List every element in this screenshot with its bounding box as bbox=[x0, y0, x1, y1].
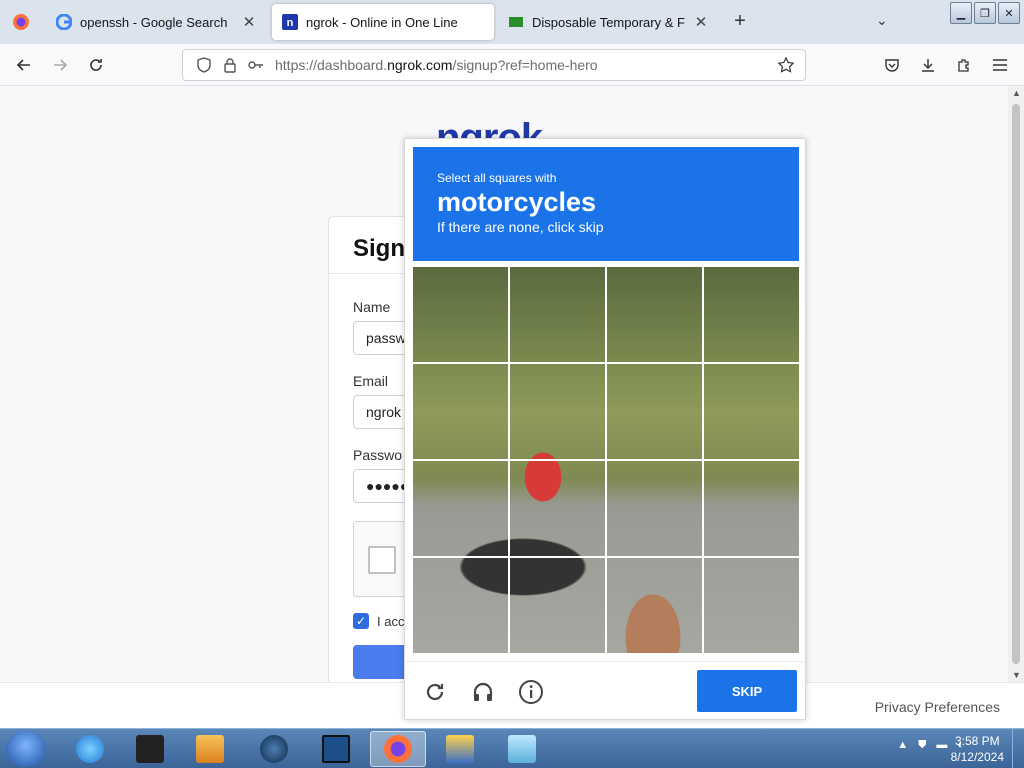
scrollbar-thumb[interactable] bbox=[1012, 104, 1020, 664]
page-scrollbar[interactable]: ▲ ▼ bbox=[1008, 86, 1024, 682]
email-label: Email bbox=[353, 373, 389, 389]
terms-label: I acc bbox=[377, 614, 405, 629]
terminal-app-icon[interactable] bbox=[122, 731, 178, 767]
captcha-tile[interactable] bbox=[412, 557, 509, 654]
captcha-tile[interactable] bbox=[412, 266, 509, 363]
captcha-tile[interactable] bbox=[703, 363, 800, 460]
captcha-tile[interactable] bbox=[606, 460, 703, 557]
display-icon[interactable]: ▬ bbox=[936, 739, 947, 752]
captcha-image-grid bbox=[412, 266, 800, 654]
captcha-tile[interactable] bbox=[412, 363, 509, 460]
captcha-tile[interactable] bbox=[606, 557, 703, 654]
list-all-tabs-icon[interactable]: ⌄ bbox=[876, 12, 888, 29]
captcha-tile[interactable] bbox=[703, 557, 800, 654]
firefox-taskbar-icon[interactable] bbox=[370, 731, 426, 767]
info-icon[interactable] bbox=[517, 678, 545, 706]
clock-time: 3:58 PM bbox=[954, 734, 1000, 748]
firefox-menu-icon[interactable] bbox=[0, 0, 42, 44]
skip-button[interactable]: SKIP bbox=[697, 670, 797, 712]
ngrok-n-icon: n bbox=[282, 14, 298, 30]
captcha-instruction: Select all squares with bbox=[437, 171, 557, 185]
close-window-icon[interactable]: ✕ bbox=[998, 2, 1020, 24]
restore-window-icon[interactable]: ❐ bbox=[974, 2, 996, 24]
explorer-app-icon[interactable] bbox=[494, 731, 550, 767]
forward-icon[interactable] bbox=[48, 53, 72, 77]
captcha-tile[interactable] bbox=[509, 266, 606, 363]
captcha-footer: SKIP bbox=[405, 661, 805, 721]
lock-icon[interactable] bbox=[217, 57, 243, 73]
permissions-key-icon[interactable] bbox=[243, 59, 269, 71]
extensions-icon[interactable] bbox=[952, 53, 976, 77]
refresh-challenge-icon[interactable] bbox=[421, 678, 449, 706]
close-tab-icon[interactable]: ✕ bbox=[692, 13, 710, 31]
navigation-toolbar: https://dashboard.ngrok.com/signup?ref=h… bbox=[0, 44, 1024, 86]
captcha-hint: If there are none, click skip bbox=[437, 219, 604, 235]
bookmark-star-icon[interactable] bbox=[773, 57, 799, 73]
captcha-prompt: Select all squares with motorcycles If t… bbox=[413, 147, 799, 261]
captcha-tile[interactable] bbox=[606, 363, 703, 460]
captcha-tile[interactable] bbox=[509, 460, 606, 557]
windows-taskbar: ▲ ⛊ ▬ ◐ 3:58 PM 8/12/2024 bbox=[0, 728, 1024, 768]
tab-google-search[interactable]: openssh - Google Search ✕ bbox=[46, 4, 268, 40]
clock-date: 8/12/2024 bbox=[950, 750, 1004, 764]
tab-title: ngrok - Online in One Line bbox=[306, 14, 458, 30]
google-g-icon bbox=[56, 14, 72, 30]
tab-strip: openssh - Google Search ✕ n ngrok - Onli… bbox=[0, 0, 1024, 44]
network-app-icon[interactable] bbox=[432, 731, 488, 767]
mail-icon bbox=[508, 14, 524, 30]
captcha-tile[interactable] bbox=[509, 557, 606, 654]
address-bar[interactable]: https://dashboard.ngrok.com/signup?ref=h… bbox=[182, 49, 806, 81]
password-label: Passwo bbox=[353, 447, 403, 463]
downloads-icon[interactable] bbox=[916, 53, 940, 77]
reload-icon[interactable] bbox=[84, 53, 108, 77]
captcha-tile[interactable] bbox=[509, 363, 606, 460]
minimize-window-icon[interactable]: ▁ bbox=[950, 2, 972, 24]
signup-title: Sign bbox=[353, 235, 405, 262]
tracking-shield-icon[interactable] bbox=[191, 57, 217, 73]
terms-checkbox[interactable]: ✓ bbox=[353, 613, 369, 629]
media-player-icon[interactable] bbox=[182, 731, 238, 767]
tab-ngrok[interactable]: n ngrok - Online in One Line bbox=[272, 4, 494, 40]
back-icon[interactable] bbox=[12, 53, 36, 77]
screen-app-icon[interactable] bbox=[308, 731, 364, 767]
captcha-checkbox[interactable] bbox=[368, 546, 396, 574]
svg-text:n: n bbox=[287, 17, 294, 29]
scroll-up-icon[interactable]: ▲ bbox=[1012, 88, 1021, 98]
captcha-target: motorcycles bbox=[437, 187, 597, 217]
new-tab-icon[interactable]: + bbox=[728, 10, 752, 33]
close-tab-icon[interactable]: ✕ bbox=[240, 13, 258, 31]
captcha-tile[interactable] bbox=[703, 460, 800, 557]
tab-disposable-email[interactable]: Disposable Temporary & F ✕ bbox=[498, 4, 720, 40]
tab-title: Disposable Temporary & F bbox=[532, 14, 685, 30]
pocket-icon[interactable] bbox=[880, 53, 904, 77]
captcha-tile[interactable] bbox=[412, 460, 509, 557]
tab-title: openssh - Google Search bbox=[80, 14, 228, 30]
captcha-tile[interactable] bbox=[703, 266, 800, 363]
start-button[interactable] bbox=[6, 731, 46, 767]
globe-app-icon[interactable] bbox=[246, 731, 302, 767]
audio-challenge-icon[interactable] bbox=[469, 678, 497, 706]
internet-explorer-icon[interactable] bbox=[62, 731, 118, 767]
privacy-preferences-link[interactable]: Privacy Preferences bbox=[875, 699, 1000, 715]
scroll-down-icon[interactable]: ▼ bbox=[1012, 670, 1021, 680]
captcha-tile[interactable] bbox=[606, 266, 703, 363]
captcha-challenge: Select all squares with motorcycles If t… bbox=[404, 138, 806, 720]
url-text: https://dashboard.ngrok.com/signup?ref=h… bbox=[275, 57, 598, 73]
show-desktop-button[interactable] bbox=[1012, 729, 1024, 768]
system-clock[interactable]: 3:58 PM 8/12/2024 bbox=[951, 733, 1004, 765]
show-hidden-icons-icon[interactable]: ▲ bbox=[897, 739, 908, 752]
hamburger-menu-icon[interactable] bbox=[988, 53, 1012, 77]
security-shield-icon[interactable]: ⛊ bbox=[918, 739, 926, 752]
name-label: Name bbox=[353, 299, 391, 315]
